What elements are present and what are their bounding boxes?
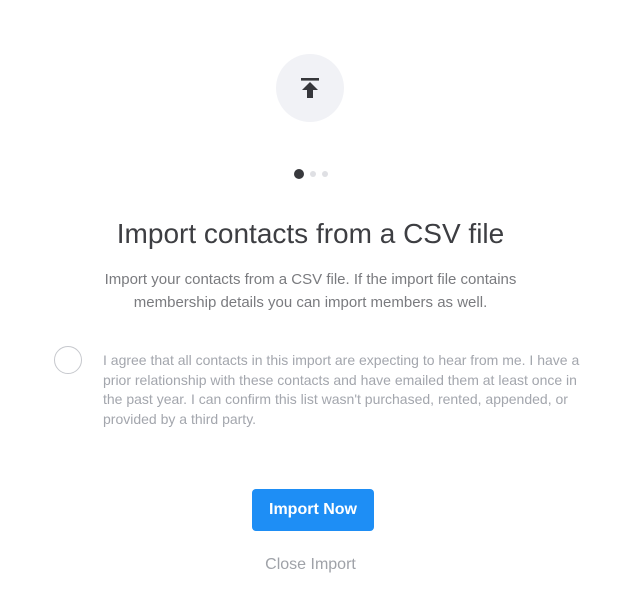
upload-icon-badge — [276, 54, 344, 122]
step-indicator — [0, 168, 621, 180]
upload-to-top-icon — [301, 78, 319, 98]
step-dot-3 — [321, 171, 328, 177]
dialog-title: Import contacts from a CSV file — [116, 218, 505, 249]
close-import-link[interactable]: Close Import — [0, 554, 621, 576]
dialog-subtitle: Import your contacts from a CSV file. If… — [104, 271, 517, 311]
consent-checkbox[interactable] — [54, 346, 82, 374]
import-now-button[interactable]: Import Now — [252, 489, 374, 531]
step-dot-1-active — [293, 169, 304, 179]
step-dot-2 — [309, 171, 316, 177]
consent-text: I agree that all contacts in this import… — [103, 352, 580, 427]
